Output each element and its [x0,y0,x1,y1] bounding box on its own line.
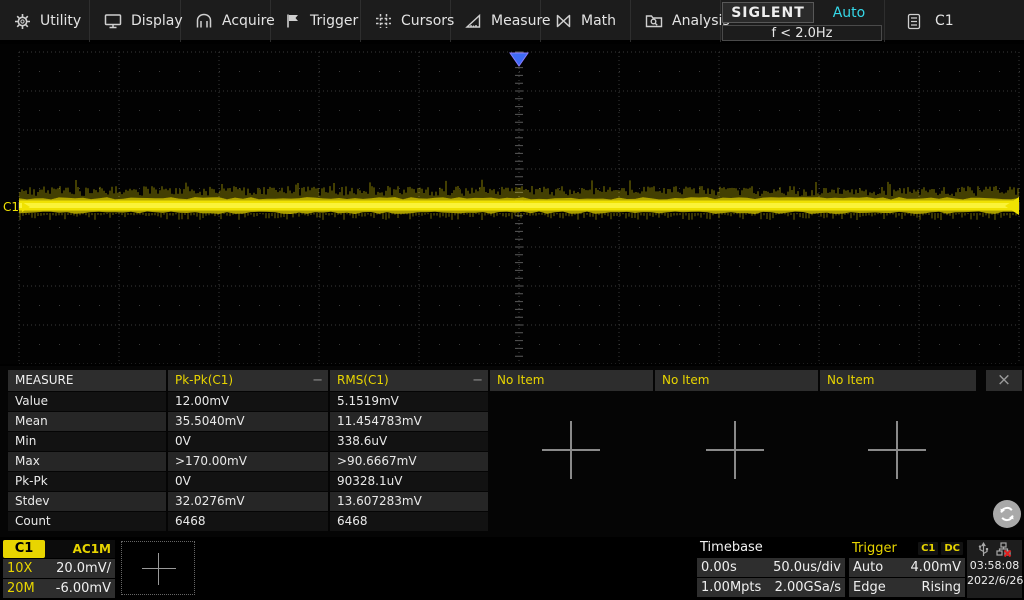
menu-acquire[interactable]: Acquire [181,0,271,42]
oscilloscope-screen: Utility Display Acquire Trigger Cursors … [0,0,1024,600]
menu-acquire-label: Acquire [222,13,275,29]
acquisition-status-badge: Auto [818,2,880,23]
timebase-title: Timebase [697,540,845,557]
menu-trigger[interactable]: Trigger [271,0,361,42]
add-channel-button[interactable] [121,541,195,595]
channel1-coupling: AC1M [73,542,115,556]
trigger-coupling-badge: DC [941,542,963,555]
list-icon [907,13,921,30]
folder-search-icon [645,13,663,29]
monitor-icon [104,13,122,29]
memory-depth: 1.00Mpts [701,580,761,595]
channel1-offset: -6.00mV [56,581,111,596]
bottom-bar: C1 AC1M 10X 20.0mV/ 20M -6.00mV Timebase… [0,537,1024,600]
measure-col-pkpk[interactable]: Pk-Pk(C1) − [168,370,328,391]
measure-panel-title: MEASURE [8,370,166,391]
cursors-icon [375,13,392,29]
bowtie-icon [555,13,572,29]
add-measure-icon[interactable] [542,421,600,479]
trigger-source-badge: C1 [918,542,938,555]
menu-analysis[interactable]: Analysis [631,0,721,42]
usb-icon [977,542,990,557]
measure-col-empty-1[interactable]: No Item [490,370,653,391]
refresh-icon [997,504,1017,524]
timebase-scale: 50.0us/div [773,560,841,575]
channel1-bandwidth: 20M [7,581,35,596]
channel-list-label: C1 [935,13,954,29]
menu-math-label: Math [581,13,616,29]
menu-display-label: Display [131,13,183,29]
plus-icon [142,553,176,585]
timebase-panel[interactable]: Timebase 0.00s 50.0us/div 1.00Mpts 2.00G… [697,540,845,598]
menu-cursors-label: Cursors [401,13,454,29]
trigger-position-marker[interactable] [510,53,528,66]
trigger-panel[interactable]: Trigger C1 DC Auto 4.00mV Edge Rising [849,540,965,598]
close-measure-icon[interactable]: × [986,370,1022,391]
waveform-display: C1 [0,44,1024,364]
channel1-panel[interactable]: C1 AC1M 10X 20.0mV/ 20M -6.00mV [3,540,115,598]
menu-utility[interactable]: Utility [0,0,90,42]
cycle-panel-button[interactable] [993,500,1021,528]
trigger-level: 4.00mV [910,560,961,575]
trigger-mode: Auto [853,560,883,575]
measure-col-empty-2[interactable]: No Item [655,370,818,391]
status-panel: 03:58:08 2022/6/26 [967,540,1022,598]
channel-list-button[interactable]: C1 [884,0,1024,42]
remove-measure-icon[interactable]: − [472,370,483,391]
frequency-counter-box: f < 2.0Hz [722,25,882,41]
menu-measure[interactable]: Measure [451,0,541,42]
gear-icon [14,13,31,30]
channel1-offset-marker[interactable]: C1 [3,200,19,214]
channel1-probe: 10X [7,561,32,576]
timebase-delay: 0.00s [701,560,737,575]
menu-display[interactable]: Display [90,0,181,42]
waveform-area[interactable]: C1 [0,44,1024,364]
clock-date: 2022/6/26 [967,573,1022,588]
ruler-icon [465,13,482,29]
measure-panel: MEASURE Pk-Pk(C1) − RMS(C1) − No Item No… [0,366,1024,537]
channel1-scale: 20.0mV/ [56,561,111,576]
sample-rate: 2.00GSa/s [775,580,841,595]
trigger-title: Trigger [852,541,915,556]
channel1-badge[interactable]: C1 [3,540,45,558]
menu-bar: Utility Display Acquire Trigger Cursors … [0,0,1024,42]
acquire-icon [195,13,213,29]
remove-measure-icon[interactable]: − [312,370,323,391]
frequency-readout: f < 2.0Hz [771,26,832,41]
add-measure-icon[interactable] [706,421,764,479]
flag-icon [285,13,301,29]
add-measure-icon[interactable] [868,421,926,479]
menu-trigger-label: Trigger [310,13,358,29]
brand-block: SIGLENT Auto f < 2.0Hz [722,0,884,42]
lan-disconnected-icon [996,542,1012,557]
menu-utility-label: Utility [40,13,81,29]
measure-col-empty-3[interactable]: No Item [820,370,976,391]
siglent-logo: SIGLENT [722,2,814,23]
clock-time: 03:58:08 [967,558,1022,573]
menu-cursors[interactable]: Cursors [361,0,451,42]
measure-col-rms[interactable]: RMS(C1) − [330,370,488,391]
trigger-slope: Rising [921,580,961,595]
trigger-type: Edge [853,580,886,595]
menu-math[interactable]: Math [541,0,631,42]
